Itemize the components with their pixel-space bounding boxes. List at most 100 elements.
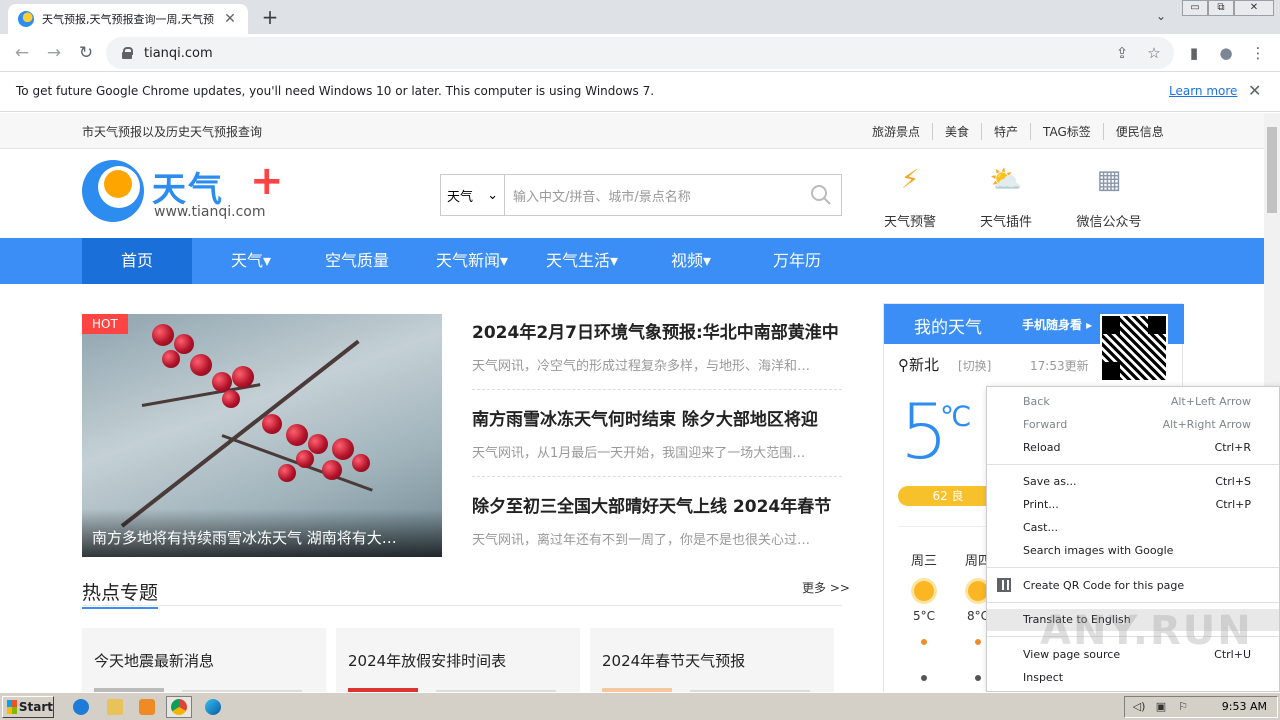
bookmark-star-icon[interactable]: ☆: [1142, 42, 1166, 64]
menu-item-cast[interactable]: Cast...: [987, 517, 1279, 539]
nav-weather-life[interactable]: 天气生活▾: [522, 238, 642, 284]
menu-item-search-images[interactable]: Search images with Google: [987, 540, 1279, 562]
minimize-button[interactable]: ▭: [1182, 0, 1208, 16]
ie-taskbar-button[interactable]: [68, 696, 94, 718]
address-url[interactable]: tianqi.com: [144, 46, 213, 61]
nav-video[interactable]: 视频▾: [636, 238, 746, 284]
media-player-taskbar-button[interactable]: [134, 696, 160, 718]
topbar-link-tags[interactable]: TAG标签: [1031, 123, 1104, 140]
explorer-taskbar-button[interactable]: [102, 696, 128, 718]
lock-icon[interactable]: [122, 47, 133, 59]
restore-button[interactable]: ⧉: [1208, 0, 1234, 16]
news-headline[interactable]: 2024年2月7日环境气象预报:华北中南部黄淮中: [472, 318, 842, 343]
forecast-temp: 5°C: [912, 609, 935, 623]
site-topbar: 市天气预报以及历史天气预报查询 旅游景点 美食 特产 TAG标签 便民信息: [0, 113, 1264, 149]
news-item[interactable]: 2024年2月7日环境气象预报:华北中南部黄淮中 天气网讯，冷空气的形成过程复杂…: [472, 318, 842, 390]
menu-item-print[interactable]: Print... Ctrl+P: [987, 494, 1279, 516]
qr-code-image: [1100, 314, 1168, 382]
featured-news-image[interactable]: HOT 南方多地将有持续雨雪冰冻天气 湖南将有大…: [82, 314, 442, 557]
search-button[interactable]: [801, 175, 841, 215]
mobile-view-link[interactable]: 手机随身看 ▸: [1022, 316, 1092, 333]
news-item[interactable]: 除夕至初三全国大部晴好天气上线 2024年春节 天气网讯，离过年还有不到一周了，…: [472, 492, 842, 548]
featured-caption[interactable]: 南方多地将有持续雨雪冰冻天气 湖南将有大…: [82, 509, 442, 557]
learn-more-link[interactable]: Learn more: [1169, 84, 1237, 98]
menu-item-back[interactable]: Back Alt+Left Arrow: [987, 391, 1279, 413]
menu-item-create-qr[interactable]: Create QR Code for this page: [987, 575, 1279, 597]
action-center-flag-icon[interactable]: ⚐: [1175, 700, 1191, 714]
sunny-icon: [968, 581, 988, 601]
scrollbar-thumb[interactable]: [1267, 127, 1277, 213]
weather-alert-label: 天气预警: [883, 215, 936, 230]
weather-plugin-icon: ⛅: [989, 165, 1023, 195]
forward-icon[interactable]: →: [42, 42, 66, 64]
address-bar[interactable]: tianqi.com: [106, 37, 1174, 69]
nav-weather[interactable]: 天气▾: [196, 238, 306, 284]
forecast-day-name: 周三: [910, 554, 937, 569]
topic-card[interactable]: 今天地震最新消息: [82, 628, 326, 692]
profile-avatar-icon[interactable]: ●: [1214, 42, 1238, 64]
chrome-taskbar-button[interactable]: [166, 696, 192, 718]
browser-tab[interactable]: 天气预报,天气预报查询一周,天气预 ✕: [8, 4, 248, 34]
weather-plugin-label: 天气插件: [979, 215, 1032, 230]
topic-card-title[interactable]: 2024年放假安排时间表: [348, 650, 506, 671]
sunny-icon: [914, 581, 934, 601]
menu-label: Print...: [1023, 498, 1059, 511]
share-icon[interactable]: ⇪: [1110, 42, 1134, 64]
menu-label: Cast...: [1023, 521, 1058, 534]
menu-item-inspect[interactable]: Inspect: [987, 667, 1279, 689]
reload-icon[interactable]: ↻: [74, 42, 98, 64]
nav-calendar[interactable]: 万年历: [742, 238, 852, 284]
chrome-menu-icon[interactable]: ⋮: [1246, 42, 1270, 64]
volume-icon[interactable]: ◁): [1131, 700, 1147, 714]
news-divider: [472, 389, 842, 390]
search-type-select[interactable]: 天气 ⌄: [441, 175, 505, 215]
nav-air-quality[interactable]: 空气质量: [302, 238, 412, 284]
menu-label: Search images with Google: [1023, 544, 1174, 557]
chevron-down-icon: ⌄: [487, 187, 498, 203]
weather-alert-link[interactable]: ⚡ 天气预警: [870, 161, 950, 230]
media-player-icon: [139, 699, 155, 715]
site-logo[interactable]: 天气 + www.tianqi.com: [82, 158, 284, 226]
topic-card-title[interactable]: 2024年春节天气预报: [602, 650, 745, 671]
wechat-link[interactable]: ▦ 微信公众号: [1069, 161, 1149, 230]
switch-city-link[interactable]: [切换]: [958, 357, 991, 374]
menu-label: Back: [1023, 395, 1050, 408]
tab-search-icon[interactable]: ⌄: [1152, 9, 1170, 25]
side-panel-icon[interactable]: ▮: [1182, 42, 1206, 64]
network-icon[interactable]: ▣: [1153, 700, 1169, 714]
topbar-link-travel[interactable]: 旅游景点: [860, 123, 934, 140]
windows-logo-icon: [7, 700, 17, 714]
menu-item-save-as[interactable]: Save as... Ctrl+S: [987, 471, 1279, 493]
taskbar-clock[interactable]: 9:53 AM: [1222, 700, 1267, 713]
topic-card[interactable]: 2024年放假安排时间表: [336, 628, 580, 692]
infobar-close-icon[interactable]: ✕: [1248, 81, 1261, 100]
edge-taskbar-button[interactable]: [200, 696, 226, 718]
news-headline[interactable]: 除夕至初三全国大部晴好天气上线 2024年春节: [472, 492, 842, 517]
nav-home[interactable]: 首页: [82, 238, 192, 284]
news-headline[interactable]: 南方雨雪冰冻天气何时结束 除夕大部地区将迎: [472, 405, 842, 430]
new-tab-button[interactable]: +: [258, 6, 282, 30]
weather-plugin-link[interactable]: ⛅ 天气插件: [966, 161, 1046, 230]
more-link[interactable]: 更多 >>: [802, 579, 850, 596]
topbar-link-specialty[interactable]: 特产: [982, 123, 1032, 140]
update-time: 17:53更新: [1030, 359, 1089, 373]
menu-shortcut: Ctrl+P: [1215, 498, 1251, 511]
back-icon[interactable]: ←: [10, 42, 34, 64]
menu-item-reload[interactable]: Reload Ctrl+R: [987, 437, 1279, 459]
window-close-button[interactable]: ✕: [1234, 0, 1274, 16]
menu-item-forward[interactable]: Forward Alt+Right Arrow: [987, 414, 1279, 436]
start-button[interactable]: Start: [2, 696, 54, 718]
nav-weather-news[interactable]: 天气新闻▾: [412, 238, 532, 284]
topbar-link-food[interactable]: 美食: [933, 123, 983, 140]
topbar-link-services[interactable]: 便民信息: [1104, 123, 1176, 140]
chrome-icon: [171, 699, 187, 715]
topic-card[interactable]: 2024年春节天气预报: [590, 628, 834, 692]
tab-close-icon[interactable]: ✕: [222, 11, 238, 27]
temperature-unit: ℃: [940, 400, 972, 433]
main-nav: 首页 天气▾ 空气质量 天气新闻▾ 天气生活▾ 视频▾ 万年历: [0, 238, 1264, 284]
search-input[interactable]: 输入中文/拼音、城市/景点名称: [505, 175, 801, 215]
news-item[interactable]: 南方雨雪冰冻天气何时结束 除夕大部地区将迎 天气网讯，从1月最后一天开始，我国迎…: [472, 405, 842, 477]
menu-label: Inspect: [1023, 671, 1064, 684]
topic-card-title[interactable]: 今天地震最新消息: [94, 650, 214, 671]
city-label: 新北: [909, 356, 940, 374]
